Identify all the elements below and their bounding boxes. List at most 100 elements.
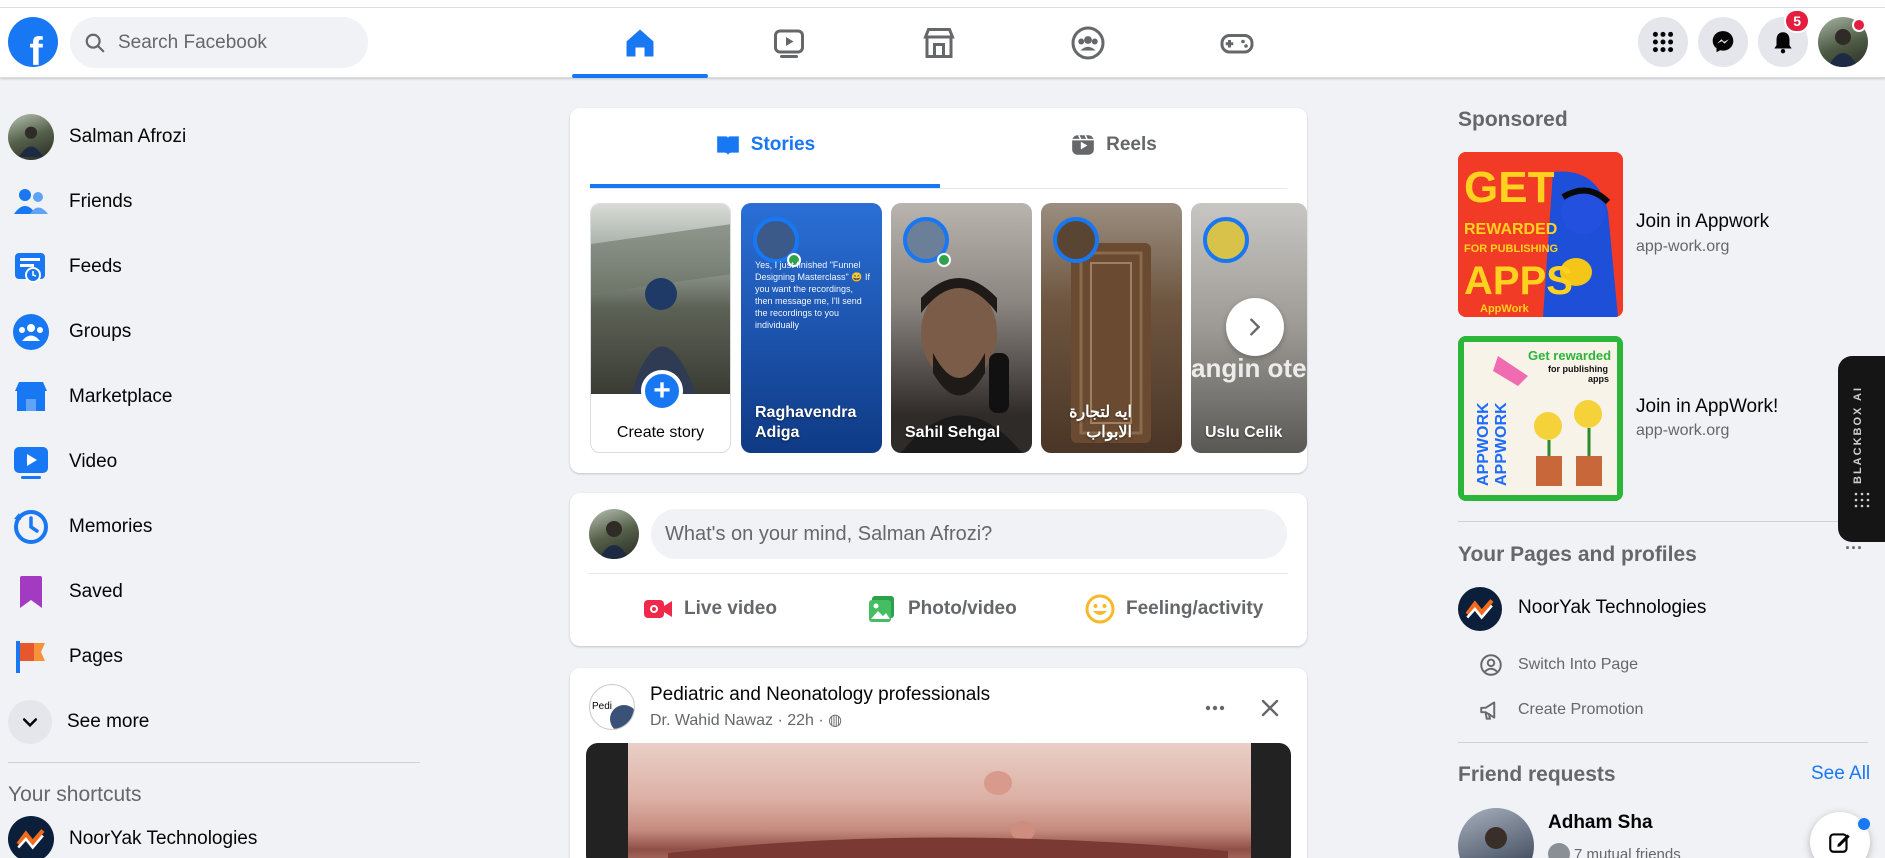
search-input[interactable] bbox=[118, 31, 338, 54]
sidebar-item-memories[interactable]: Memories bbox=[8, 494, 420, 559]
live-video-label: Live video bbox=[684, 598, 777, 619]
notifications-button[interactable]: 5 bbox=[1758, 9, 1810, 67]
marketplace-icon bbox=[8, 374, 54, 420]
sidebar-item-profile[interactable]: Salman Afrozi bbox=[8, 104, 420, 169]
group-avatar[interactable]: Pedi bbox=[589, 684, 635, 730]
right-divider bbox=[1458, 742, 1868, 743]
megaphone-icon bbox=[1480, 701, 1496, 720]
switch-into-page-button[interactable]: Switch Into Page bbox=[1478, 652, 1638, 678]
create-story-card[interactable]: + Create story bbox=[590, 203, 731, 453]
left-sidebar: Salman Afrozi Friends Feeds Groups Marke… bbox=[8, 104, 420, 858]
blackbox-extension-tab[interactable]: BLACKBOX AI bbox=[1838, 356, 1885, 542]
sidebar-divider bbox=[8, 762, 420, 763]
globe-icon: ◍ bbox=[828, 712, 843, 729]
mutual-avatar bbox=[1548, 843, 1570, 858]
see-more-button[interactable]: See more bbox=[8, 689, 420, 754]
friend-request-name[interactable]: Adham Sha bbox=[1548, 812, 1653, 834]
ad-title[interactable]: Join in AppWork! bbox=[1636, 396, 1778, 418]
sidebar-label: Pages bbox=[69, 645, 123, 667]
sidebar-label: Marketplace bbox=[69, 385, 173, 407]
compose-icon bbox=[1829, 833, 1850, 853]
story-card[interactable]: Sahil Sehgal bbox=[891, 203, 1032, 453]
post-options-button[interactable] bbox=[1197, 690, 1233, 726]
sidebar-item-saved[interactable]: Saved bbox=[8, 559, 420, 624]
shortcut-item[interactable]: NoorYak Technologies bbox=[8, 811, 420, 858]
profile-photo bbox=[591, 224, 730, 394]
tab-groups[interactable] bbox=[1020, 10, 1156, 76]
friend-request-avatar[interactable] bbox=[1458, 808, 1534, 858]
switch-into-page-label: Switch Into Page bbox=[1518, 656, 1639, 673]
sidebar-item-feeds[interactable]: Feeds bbox=[8, 234, 420, 299]
author-mini-avatar bbox=[610, 705, 634, 729]
sidebar-item-video[interactable]: Video bbox=[8, 429, 420, 494]
more-icon bbox=[1205, 705, 1225, 711]
sidebar-item-marketplace[interactable]: Marketplace bbox=[8, 364, 420, 429]
create-promotion-button[interactable]: Create Promotion bbox=[1478, 697, 1643, 723]
sidebar-label: Groups bbox=[69, 320, 132, 342]
sidebar-item-groups[interactable]: Groups bbox=[8, 299, 420, 364]
photo-video-label: Photo/video bbox=[908, 598, 1017, 619]
live-video-button[interactable]: Live video bbox=[642, 585, 777, 633]
groups-icon bbox=[8, 309, 54, 355]
hide-post-button[interactable] bbox=[1252, 690, 1288, 726]
svg-text:REWARDED: REWARDED bbox=[1464, 221, 1557, 238]
pages-icon bbox=[8, 634, 54, 680]
story-overlay-text: angin ote 5494434 bbox=[1191, 353, 1307, 383]
feeds-icon bbox=[8, 244, 54, 290]
account-alert-dot bbox=[1852, 18, 1866, 32]
ad-image[interactable]: Get rewarded for publishing apps APPWORK… bbox=[1458, 336, 1623, 501]
tab-home[interactable] bbox=[572, 10, 708, 78]
tab-marketplace[interactable] bbox=[871, 10, 1007, 76]
sidebar-label: Friends bbox=[69, 190, 133, 212]
story-card[interactable]: Yes, I just finished "Funnel Designing M… bbox=[741, 203, 882, 453]
post-time[interactable]: 22h bbox=[787, 712, 814, 729]
search-box[interactable] bbox=[70, 17, 368, 68]
appwork-ad-art: GET REWARDED FOR PUBLISHING APPS AppWork bbox=[1458, 152, 1623, 317]
mutual-friends-count: 7 mutual friends bbox=[1574, 845, 1681, 858]
tab-reels-label: Reels bbox=[1106, 134, 1157, 155]
stories-divider bbox=[590, 188, 1287, 189]
composer-input[interactable]: What's on your mind, Salman Afrozi? bbox=[651, 509, 1287, 559]
ad-title[interactable]: Join in Appwork bbox=[1636, 211, 1769, 233]
ad-url[interactable]: app-work.org bbox=[1636, 422, 1729, 440]
chevron-right-icon bbox=[1250, 318, 1261, 336]
svg-text:for publishing: for publishing bbox=[1548, 364, 1608, 374]
see-all-link[interactable]: See All bbox=[1811, 763, 1870, 785]
menu-button[interactable] bbox=[1638, 17, 1688, 67]
sidebar-label: Video bbox=[69, 450, 118, 472]
story-card[interactable]: ايه لتجارة الابواب bbox=[1041, 203, 1182, 453]
stories-next-button[interactable] bbox=[1226, 298, 1284, 356]
online-indicator bbox=[937, 253, 951, 267]
svg-text:APPWORK: APPWORK bbox=[1475, 402, 1492, 486]
svg-text:GET: GET bbox=[1464, 163, 1555, 212]
messenger-button[interactable] bbox=[1698, 17, 1748, 67]
page-name[interactable]: NoorYak Technologies bbox=[1518, 597, 1706, 619]
tab-reels[interactable]: Reels bbox=[940, 108, 1287, 182]
new-message-dot bbox=[1858, 818, 1870, 830]
ad-url[interactable]: app-work.org bbox=[1636, 238, 1729, 256]
avatar-photo bbox=[599, 521, 629, 559]
blackbox-dots-icon bbox=[1854, 492, 1870, 508]
nooryak-logo-icon[interactable] bbox=[1458, 587, 1502, 631]
facebook-logo[interactable]: f bbox=[8, 17, 58, 67]
post-composer: What's on your mind, Salman Afrozi? Live… bbox=[570, 493, 1307, 646]
tab-stories[interactable]: Stories bbox=[590, 108, 940, 188]
feeling-activity-button[interactable]: Feeling/activity bbox=[1084, 585, 1263, 633]
photo-video-button[interactable]: Photo/video bbox=[866, 585, 1017, 633]
ad-image[interactable]: GET REWARDED FOR PUBLISHING APPS AppWork bbox=[1458, 152, 1623, 317]
post-image[interactable] bbox=[586, 743, 1291, 858]
friend-requests-title: Friend requests bbox=[1458, 763, 1616, 786]
post-author[interactable]: Dr. Wahid Nawaz bbox=[650, 712, 773, 729]
tab-gaming[interactable] bbox=[1169, 10, 1305, 76]
gaming-icon bbox=[1220, 34, 1254, 54]
sidebar-item-friends[interactable]: Friends bbox=[8, 169, 420, 234]
tab-watch[interactable] bbox=[721, 10, 857, 76]
svg-text:AppWork: AppWork bbox=[1480, 303, 1530, 315]
messenger-icon bbox=[1712, 31, 1734, 53]
appwork-ad-art: Get rewarded for publishing apps APPWORK… bbox=[1458, 336, 1623, 501]
saved-icon bbox=[8, 569, 54, 615]
photo-content bbox=[668, 771, 1228, 858]
post-group-name[interactable]: Pediatric and Neonatology professionals bbox=[650, 684, 990, 706]
story-name: Sahil Sehgal bbox=[905, 424, 1001, 441]
sidebar-item-pages[interactable]: Pages bbox=[8, 624, 420, 689]
